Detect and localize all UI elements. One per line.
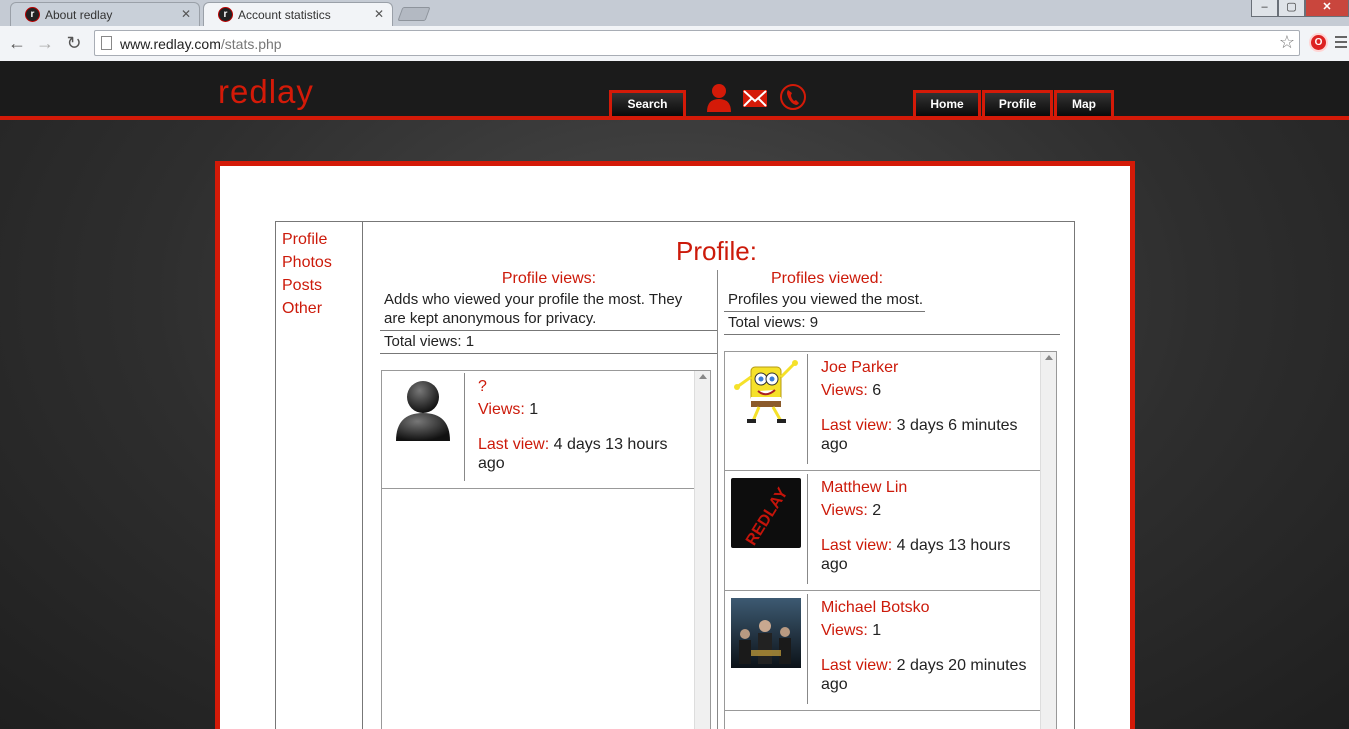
user-icon[interactable] (705, 82, 733, 112)
last-view-label: Last view: (821, 417, 893, 434)
phone-icon[interactable] (779, 82, 807, 112)
redlay-logo-avatar: REDLAY (731, 478, 801, 548)
url-text: www.redlay.com/stats.php (120, 36, 282, 52)
last-view-label: Last view: (821, 657, 893, 674)
profile-name[interactable]: Michael Botsko (821, 598, 1031, 617)
views-label: Views: (478, 401, 525, 418)
mail-icon[interactable] (741, 82, 769, 112)
last-view-label: Last view: (478, 436, 550, 453)
page-title: Profile: (676, 236, 757, 266)
profile-name[interactable]: Matthew Lin (821, 478, 1031, 497)
profile-views-total: Total views: 1 (380, 331, 718, 354)
item-divider (807, 474, 808, 584)
back-arrow-icon[interactable]: ← (6, 32, 28, 54)
profiles-viewed-title: Profiles viewed: (770, 270, 884, 287)
spongebob-avatar (734, 360, 798, 423)
stats-frame: Profile Photos Posts Other Profile: Prof… (275, 221, 1075, 729)
forward-arrow-icon[interactable]: → (34, 32, 56, 54)
address-bar[interactable]: www.redlay.com/stats.php ☆ (94, 30, 1300, 56)
stats-sidebar: Profile Photos Posts Other (276, 222, 363, 729)
item-divider (807, 594, 808, 704)
map-button[interactable]: Map (1054, 90, 1114, 116)
scroll-up-arrow-icon[interactable] (1045, 355, 1053, 360)
list-item[interactable]: Joe Parker Views: 6 Last view: 3 days 6 … (725, 352, 1041, 471)
item-info: Matthew Lin Views: 2 Last view: 4 days 1… (821, 478, 1031, 574)
views-label: Views: (821, 622, 868, 639)
maximize-button[interactable]: ▢ (1278, 0, 1305, 17)
views-label: Views: (821, 502, 868, 519)
browser-toolbar: ← → ↻ www.redlay.com/stats.php ☆ O (0, 26, 1349, 61)
scroll-up-arrow-icon[interactable] (699, 374, 707, 379)
sidebar-item-posts[interactable]: Posts (282, 274, 362, 297)
views-label: Views: (821, 382, 868, 399)
profile-button[interactable]: Profile (982, 90, 1053, 116)
page-icon (101, 36, 112, 50)
scrollbar[interactable] (694, 371, 710, 729)
extension-icon[interactable]: O (1309, 33, 1328, 52)
redlay-favicon-icon: r (218, 7, 233, 22)
anonymous-avatar-icon (396, 381, 450, 441)
bookmark-star-icon[interactable]: ☆ (1279, 32, 1295, 53)
views-count: 1 (529, 401, 539, 418)
item-divider (464, 373, 465, 481)
profile-views-title: Profile views: (501, 270, 597, 287)
list-item[interactable]: Michael Botsko Views: 1 Last view: 2 day… (725, 592, 1041, 711)
views-count: 6 (872, 382, 882, 399)
profile-views-description: Adds who viewed your profile the most. T… (380, 288, 718, 331)
browser-chrome: r About redlay ✕ r Account statistics ✕ … (0, 0, 1349, 61)
item-info: ? Views: 1 Last view: 4 days 13 hours ag… (478, 377, 678, 473)
site-logo[interactable]: redlay (218, 73, 314, 111)
sidebar-item-other[interactable]: Other (282, 297, 362, 320)
sidebar-item-profile[interactable]: Profile (282, 228, 362, 251)
profile-views-section: Profile views: Adds who viewed your prof… (380, 270, 718, 354)
redlay-favicon-icon: r (25, 7, 40, 22)
site: redlay Search Home Profile Map Profile P… (0, 61, 1349, 729)
window-controls: – ▢ ✕ (1251, 0, 1349, 18)
views-count: 1 (872, 622, 882, 639)
profile-name[interactable]: Joe Parker (821, 358, 1031, 377)
reload-icon[interactable]: ↻ (63, 32, 85, 54)
header-divider (0, 116, 1349, 120)
window-close-button[interactable]: ✕ (1305, 0, 1349, 17)
close-tab-icon[interactable]: ✕ (181, 7, 191, 21)
scrollbar[interactable] (1040, 352, 1056, 729)
item-divider (807, 354, 808, 464)
last-view-label: Last view: (821, 537, 893, 554)
item-info: Michael Botsko Views: 1 Last view: 2 day… (821, 598, 1031, 694)
profile-views-list[interactable]: ? Views: 1 Last view: 4 days 13 hours ag… (381, 370, 711, 729)
profiles-viewed-list[interactable]: Joe Parker Views: 6 Last view: 3 days 6 … (724, 351, 1057, 729)
list-item[interactable]: ? Views: 1 Last view: 4 days 13 hours ag… (382, 371, 710, 489)
new-tab-button[interactable] (397, 7, 431, 21)
viewer-name[interactable]: ? (478, 377, 678, 396)
content-panel: Profile Photos Posts Other Profile: Prof… (215, 161, 1135, 729)
column-divider (717, 270, 718, 729)
views-count: 2 (872, 502, 882, 519)
item-info: Joe Parker Views: 6 Last view: 3 days 6 … (821, 358, 1031, 454)
minimize-button[interactable]: – (1251, 0, 1278, 17)
profiles-viewed-section: Profiles viewed: Profiles you viewed the… (724, 270, 1060, 335)
profiles-viewed-total: Total views: 9 (724, 312, 1060, 335)
tab-account-statistics[interactable]: r Account statistics ✕ (203, 2, 393, 26)
movie-poster-avatar (731, 598, 801, 668)
list-item[interactable]: REDLAY Matthew Lin Views: 2 Last view: 4… (725, 472, 1041, 591)
profiles-viewed-description: Profiles you viewed the most. (724, 288, 926, 312)
close-tab-icon[interactable]: ✕ (374, 7, 384, 21)
sidebar-item-photos[interactable]: Photos (282, 251, 362, 274)
tab-about-redlay[interactable]: r About redlay ✕ (10, 2, 200, 26)
tab-title: Account statistics (238, 8, 331, 22)
tab-strip: r About redlay ✕ r Account statistics ✕ … (0, 0, 1349, 26)
tab-title: About redlay (45, 8, 113, 22)
search-button[interactable]: Search (609, 90, 686, 116)
browser-menu-icon[interactable] (1335, 36, 1349, 50)
home-button[interactable]: Home (913, 90, 981, 116)
